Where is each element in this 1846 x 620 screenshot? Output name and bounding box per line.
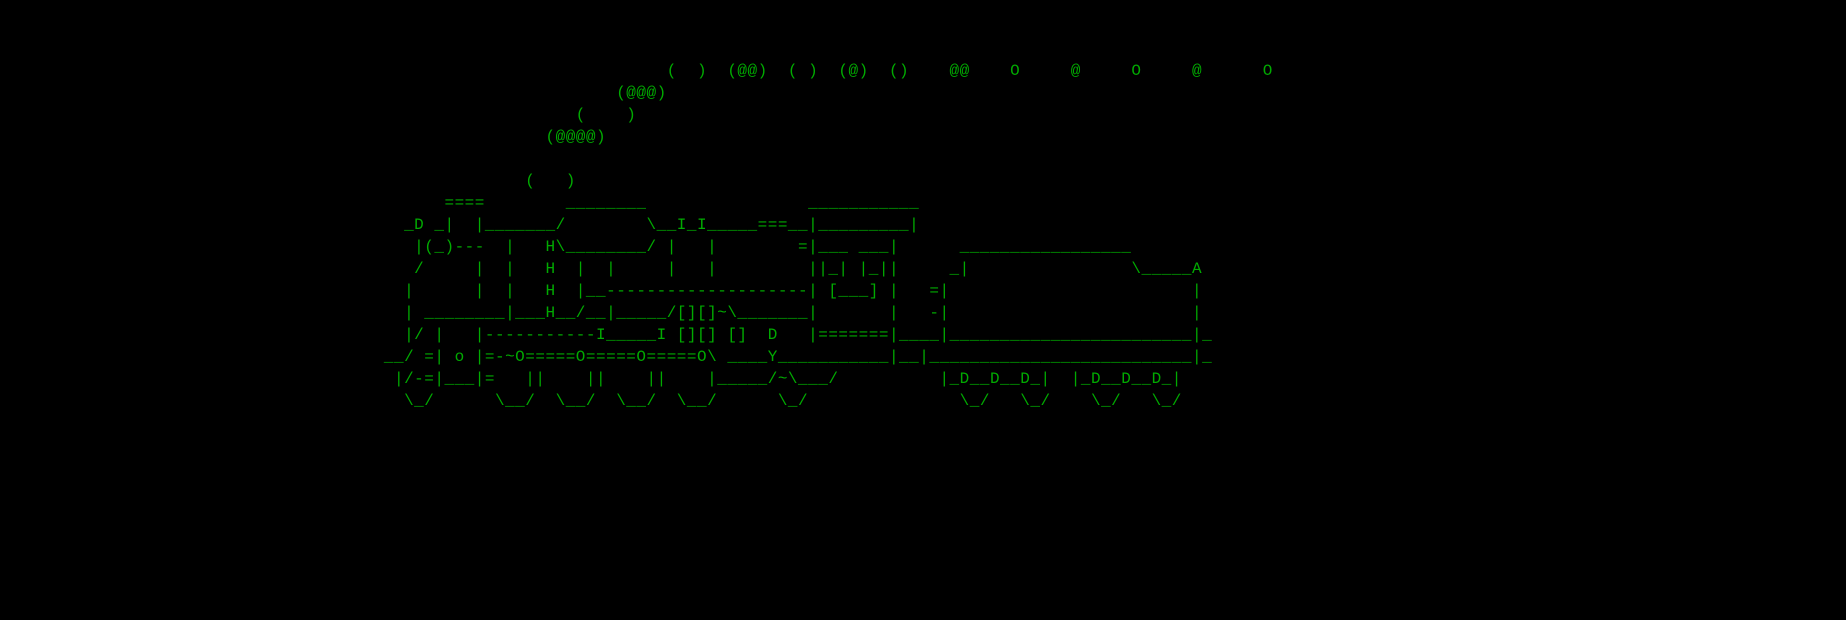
ascii-line-5: ( ) <box>0 172 576 190</box>
ascii-line-9: / | | H | | | | ||_| |_|| _| \_____A <box>0 260 1202 278</box>
ascii-line-10: | | | H |__--------------------| [___] |… <box>0 282 1202 300</box>
sl-steam-locomotive: ( ) (@@) ( ) (@) () @@ O @ O @ O (@@@) (… <box>0 60 1273 412</box>
ascii-line-8: |(_)--- | H\________/ | | =|___ ___| ___… <box>0 238 1131 256</box>
ascii-line-3: (@@@@) <box>0 128 606 146</box>
terminal-window: ( ) (@@) ( ) (@) () @@ O @ O @ O (@@@) (… <box>0 0 1846 620</box>
ascii-line-13: __/ =| o |=-~O=====O=====O=====O\ ____Y_… <box>0 348 1212 366</box>
ascii-line-15: \_/ \__/ \__/ \__/ \__/ \_/ \_/ \_/ \_/ … <box>0 392 1182 410</box>
ascii-line-11: | ________|___H__/__|_____/[][]~\_______… <box>0 304 1202 322</box>
ascii-line-2: ( ) <box>0 106 636 124</box>
ascii-line-7: _D _| |_______/ \__I_I_____===__|_______… <box>0 216 919 234</box>
ascii-line-0: ( ) (@@) ( ) (@) () @@ O @ O @ O <box>0 62 1273 80</box>
ascii-line-12: |/ | |-----------I_____I [][] [] D |====… <box>0 326 1212 344</box>
ascii-line-14: |/-=|___|= || || || |_____/~\___/ |_D__D… <box>0 370 1182 388</box>
ascii-line-6: ==== ________ ___________ <box>0 194 919 212</box>
ascii-line-1: (@@@) <box>0 84 667 102</box>
